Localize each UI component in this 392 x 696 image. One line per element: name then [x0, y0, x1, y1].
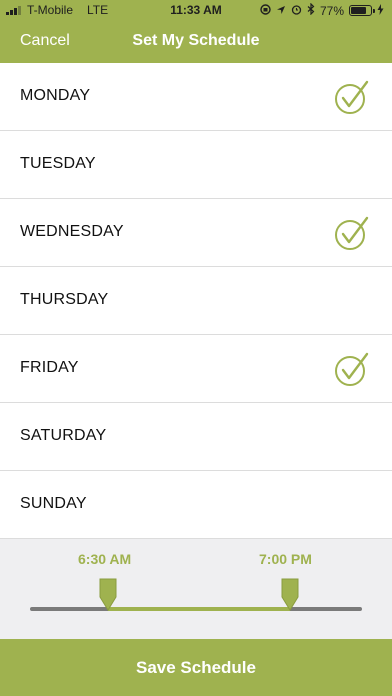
location-icon: [276, 4, 286, 18]
start-time-handle[interactable]: [98, 577, 118, 611]
day-row-monday[interactable]: MONDAY: [0, 63, 392, 131]
charging-icon: [377, 3, 384, 18]
time-slider-range: [108, 607, 290, 611]
checkmark-icon: [334, 79, 370, 115]
time-range-panel: 6:30 AM 7:00 PM: [0, 539, 392, 639]
day-row-friday[interactable]: FRIDAY: [0, 335, 392, 403]
battery-fill: [351, 7, 366, 14]
day-label: TUESDAY: [20, 155, 96, 172]
day-label: MONDAY: [20, 87, 91, 104]
start-time-label: 6:30 AM: [78, 551, 132, 567]
status-right: 77%: [260, 2, 384, 18]
day-label: THURSDAY: [20, 291, 109, 308]
top-bar: T-Mobile LTE 11:33 AM 77% Cancel Set My …: [0, 0, 392, 63]
alarm-icon: [291, 4, 302, 18]
day-row-saturday[interactable]: SATURDAY: [0, 403, 392, 471]
day-row-sunday[interactable]: SUNDAY: [0, 471, 392, 539]
checkmark-icon: [334, 215, 370, 251]
day-row-wednesday[interactable]: WEDNESDAY: [0, 199, 392, 267]
battery-percent: 77%: [319, 3, 344, 18]
day-label: SATURDAY: [20, 427, 107, 444]
end-time-handle[interactable]: [280, 577, 300, 611]
day-label: WEDNESDAY: [20, 223, 124, 240]
save-schedule-button[interactable]: Save Schedule: [0, 639, 392, 696]
day-row-tuesday[interactable]: TUESDAY: [0, 131, 392, 199]
end-time-label: 7:00 PM: [259, 551, 312, 567]
day-label: FRIDAY: [20, 359, 79, 376]
page-title: Set My Schedule: [132, 32, 260, 49]
day-row-thursday[interactable]: THURSDAY: [0, 267, 392, 335]
day-list: MONDAY TUESDAY WEDNESDAY THURSDAY FRIDAY SATU…: [0, 63, 392, 539]
day-label: SUNDAY: [20, 495, 87, 512]
screen-lock-icon: [260, 3, 271, 18]
status-bar: T-Mobile LTE 11:33 AM 77%: [0, 0, 392, 20]
battery-icon: [349, 5, 375, 16]
checkmark-icon: [334, 351, 370, 387]
navigation-bar: Cancel Set My Schedule: [0, 20, 392, 63]
bluetooth-icon: [307, 2, 315, 18]
